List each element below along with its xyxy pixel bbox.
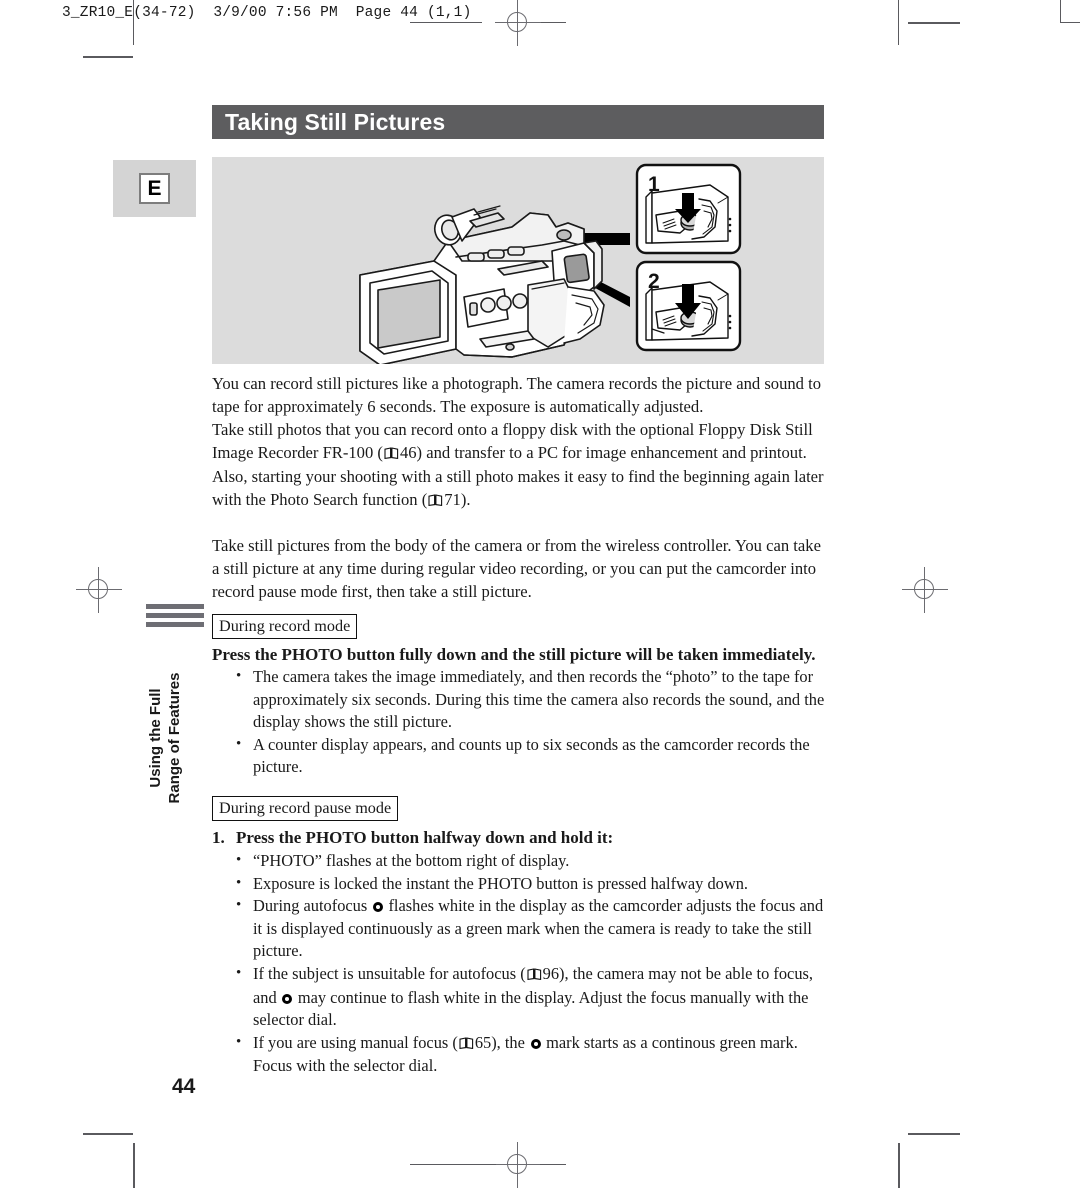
chapter-side-tab: Using the Full Range of Features: [146, 604, 204, 803]
language-marker-label: E: [139, 173, 170, 204]
list-item: “PHOTO” flashes at the bottom right of d…: [236, 849, 826, 873]
list-item: A counter display appears, and counts up…: [236, 733, 826, 779]
record-pause-step-heading: 1. Press the PHOTO button halfway down a…: [212, 826, 826, 850]
list-item-text-tail: may continue to flash white in the displ…: [253, 987, 809, 1030]
side-tab-bar: [146, 613, 204, 618]
list-item-text: If the subject is unsuitable for autofoc…: [253, 963, 526, 983]
crop-mark-bottom-right-vertical: [898, 1143, 900, 1188]
record-mode-heading: Press the PHOTO button fully down and th…: [212, 645, 816, 664]
list-item-text: Exposure is locked the instant the PHOTO…: [253, 873, 748, 893]
mode-box-record: During record mode: [212, 614, 358, 639]
crop-mark-bottom-left-horizontal: [83, 1133, 133, 1135]
autofocus-mark-icon: [372, 902, 383, 913]
record-mode-bullet-list: The camera takes the image immediately, …: [212, 665, 826, 779]
side-tab-line-2: Range of Features: [166, 672, 183, 804]
section-title-bar: Taking Still Pictures: [212, 105, 824, 139]
book-reference-icon: [527, 964, 542, 987]
camcorder-illustration-svg: 1 2: [359, 163, 742, 364]
step-number: 1.: [212, 828, 225, 847]
paragraph-3: Take still pictures from the body of the…: [212, 535, 821, 601]
crop-mark-top-far-right-vertical: [1060, 0, 1061, 22]
paragraph-2-part-3: 71).: [444, 490, 471, 510]
registration-mark-right-center: [902, 567, 948, 613]
manual-page: 3_ZR10_E(34-72) 3/9/00 7:56 PM Page 44 (…: [0, 0, 1080, 1188]
registration-mark-left-center: [76, 567, 122, 613]
side-tab-bar: [146, 622, 204, 627]
list-item-text: During autofocus: [253, 896, 372, 916]
side-tab-bars: [146, 604, 204, 627]
list-item: If you are using manual focus (65), the …: [236, 1031, 826, 1078]
print-slug: 3_ZR10_E(34-72) 3/9/00 7:56 PM Page 44 (…: [62, 5, 472, 21]
list-item-ref-text: 65), the: [474, 1032, 529, 1052]
registration-mark-top-center: [495, 0, 541, 46]
crop-mark-top-right-horizontal: [908, 22, 960, 24]
list-item: Exposure is locked the instant the PHOTO…: [236, 872, 826, 896]
mode-box-record-pause: During record pause mode: [212, 796, 399, 821]
intro-paragraphs: You can record still pictures like a pho…: [212, 372, 826, 603]
crop-mark-bottom-center-horizontal-left: [410, 1164, 496, 1165]
paragraph-1: You can record still pictures like a pho…: [212, 374, 822, 417]
crop-mark-bottom-center-horizontal-right: [540, 1164, 566, 1165]
step-heading-text: Press the PHOTO button halfway down and …: [236, 828, 614, 847]
book-reference-icon: [459, 1033, 474, 1056]
section-during-record-pause-mode: During record pause mode 1. Press the PH…: [212, 796, 826, 1078]
side-tab-bar: [146, 604, 204, 609]
page-number: 44: [172, 1075, 196, 1098]
crop-mark-top-far-right-horizontal: [1060, 22, 1080, 23]
list-item-text: If you are using manual focus (: [253, 1032, 458, 1052]
record-pause-bullet-list: “PHOTO” flashes at the bottom right of d…: [212, 849, 826, 1078]
book-reference-icon: [384, 442, 399, 465]
callout-box-1: 1: [635, 163, 742, 255]
list-item: During autofocus flashes white in the di…: [236, 894, 826, 963]
list-item-text: “PHOTO” flashes at the bottom right of d…: [253, 851, 570, 870]
book-reference-icon: [428, 489, 443, 512]
registration-mark-bottom-center: [495, 1142, 541, 1188]
side-tab-text-wrap: Using the Full Range of Features: [146, 638, 206, 838]
callout-box-2: 2: [635, 260, 742, 352]
language-marker: E: [113, 160, 196, 217]
section-during-record-mode: During record mode Press the PHOTO butto…: [212, 614, 826, 779]
paragraph-2: Take still photos that you can record on…: [212, 418, 826, 512]
page-title: Taking Still Pictures: [225, 108, 446, 135]
list-item: The camera takes the image immediately, …: [236, 665, 826, 734]
list-item: If the subject is unsuitable for autofoc…: [236, 962, 826, 1032]
crop-mark-top-right-vertical: [898, 0, 899, 45]
crop-mark-bottom-left-vertical: [133, 1143, 135, 1188]
side-tab-line-1: Using the Full: [147, 688, 164, 788]
camcorder-illustration: 1 2: [212, 157, 824, 364]
side-tab-label: Using the Full Range of Features: [146, 638, 184, 838]
autofocus-mark-icon: [282, 993, 293, 1004]
crop-mark-top-center-horizontal-right: [538, 22, 566, 23]
crop-mark-top-center-horizontal: [410, 22, 482, 23]
crop-mark-top-left-horizontal: [83, 56, 133, 58]
crop-mark-bottom-right-horizontal: [908, 1133, 960, 1135]
autofocus-mark-icon: [530, 1038, 541, 1049]
